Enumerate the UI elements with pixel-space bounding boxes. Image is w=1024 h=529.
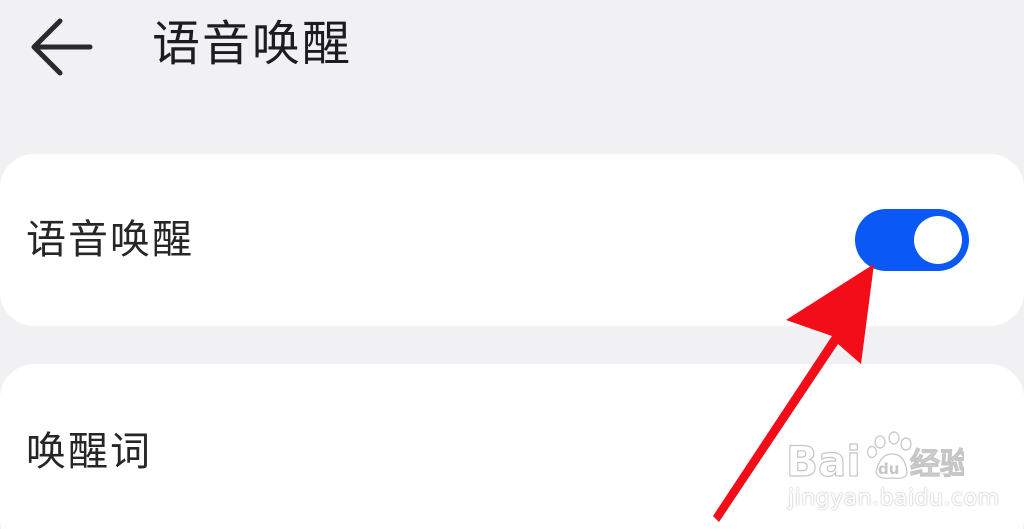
- toggle-knob: [914, 216, 962, 264]
- top-bar: 语音唤醒: [0, 0, 1024, 110]
- baidu-jingyan-watermark: Bai du 经验 jingyan.baidu.com: [784, 420, 999, 520]
- svg-text:经验: 经验: [910, 447, 964, 482]
- svg-text:Bai: Bai: [786, 437, 861, 486]
- back-button[interactable]: [24, 14, 100, 80]
- arrow-left-icon: [31, 18, 93, 76]
- page-title: 语音唤醒: [152, 16, 353, 72]
- voice-wakeup-label: 语音唤醒: [26, 217, 194, 263]
- voice-wakeup-toggle[interactable]: [855, 209, 969, 271]
- settings-page: 语音唤醒 语音唤醒 唤醒词 Bai du 经验 jingyan.baidu.co…: [0, 0, 1024, 529]
- voice-wakeup-row[interactable]: 语音唤醒: [0, 154, 1024, 326]
- baidu-logo: Bai du 经验: [785, 431, 964, 487]
- watermark-url: jingyan.baidu.com: [788, 486, 1000, 511]
- wake-word-label: 唤醒词: [26, 429, 152, 475]
- svg-text:du: du: [878, 460, 899, 478]
